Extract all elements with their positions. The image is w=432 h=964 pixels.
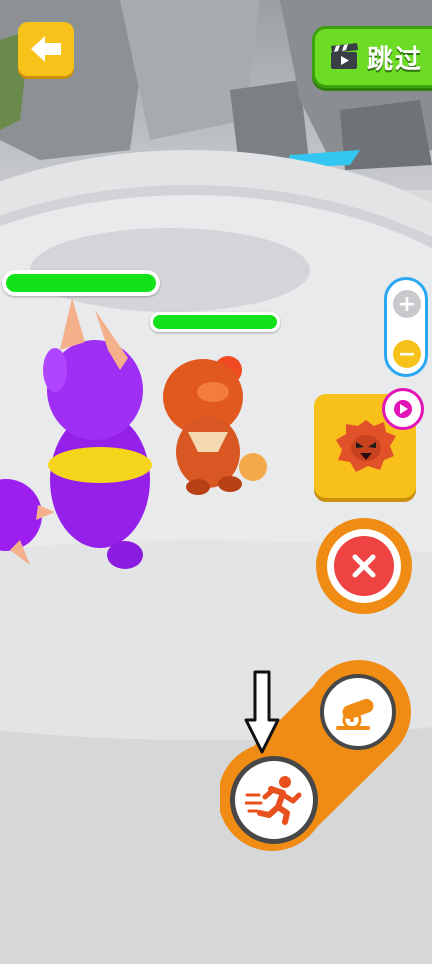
cannon-button[interactable] <box>320 674 396 750</box>
game-scene: 跳过 + − <box>0 0 432 964</box>
back-button[interactable] <box>18 22 74 76</box>
run-button[interactable] <box>230 756 318 844</box>
zoom-control: + − <box>384 277 428 377</box>
zoom-in-button[interactable]: + <box>393 290 421 318</box>
plus-icon: + <box>397 291 417 317</box>
cancel-dot <box>334 536 394 596</box>
skip-label: 跳过 <box>367 44 424 75</box>
minus-icon: − <box>397 341 417 367</box>
close-icon <box>352 554 376 578</box>
ad-play-badge[interactable] <box>382 388 424 430</box>
play-icon <box>394 400 412 418</box>
ally-health-fill <box>153 315 277 329</box>
arrow-left-icon <box>31 36 61 62</box>
enemy-health-fill <box>6 274 156 292</box>
orange-bear <box>163 356 267 495</box>
cannon-icon <box>336 698 374 730</box>
zoom-out-button[interactable]: − <box>393 340 421 368</box>
lion-monster-icon <box>336 420 396 472</box>
clapperboard-icon <box>331 43 358 69</box>
enemy-health-bar <box>2 270 160 296</box>
skip-button[interactable]: 跳过 <box>312 26 432 88</box>
running-man-icon <box>245 776 302 825</box>
ally-health-bar <box>150 312 280 332</box>
purple-monster <box>0 298 152 569</box>
cancel-button[interactable] <box>316 518 412 614</box>
cancel-core <box>327 529 401 603</box>
down-arrow-icon <box>244 670 280 754</box>
